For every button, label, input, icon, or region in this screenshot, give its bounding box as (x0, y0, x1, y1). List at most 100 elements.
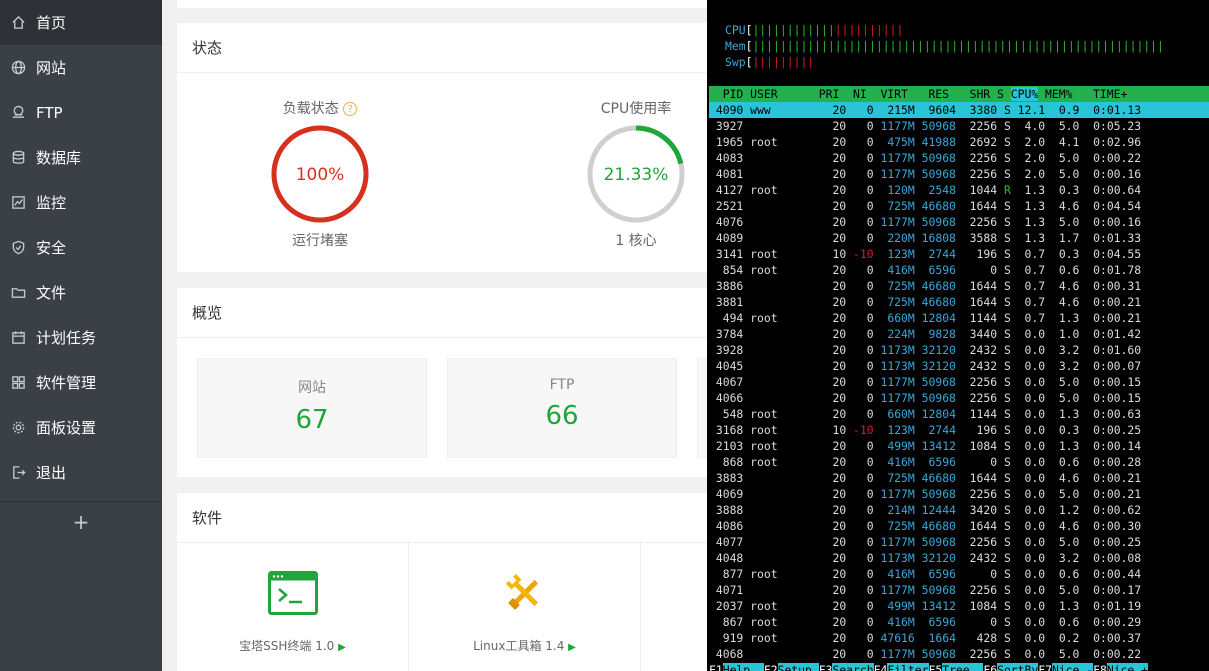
sidebar-item-7[interactable]: 计划任务 (0, 315, 162, 360)
cell-time: 0:00.21 (1093, 471, 1142, 485)
cell-pri: 20 (832, 103, 847, 117)
overview-panel: 概览 网站 67 FTP 66 (177, 288, 707, 477)
fkey-f3[interactable]: F3 (819, 663, 833, 671)
process-row[interactable]: 919 root 20 0 47616 1664 428 S 0.0 0.2 0… (709, 630, 1209, 646)
cell-user: root (750, 631, 778, 645)
header-columns-right: MEM% TIME+ (1038, 87, 1142, 101)
process-row[interactable]: 4048 20 0 1173M 32120 2432 S 0.0 3.2 0:0… (709, 550, 1209, 566)
process-row[interactable]: 4071 20 0 1177M 50968 2256 S 0.0 5.0 0:0… (709, 582, 1209, 598)
sidebar-item-9[interactable]: 面板设置 (0, 405, 162, 450)
overview-card-sites[interactable]: 网站 67 (197, 358, 427, 458)
process-row[interactable]: 494 root 20 0 660M 12804 1144 S 0.7 1.3 … (709, 310, 1209, 326)
shield-icon (10, 240, 26, 256)
cell-pri: 20 (832, 503, 847, 517)
process-row[interactable]: 868 root 20 0 416M 6596 0 S 0.0 0.6 0:00… (709, 454, 1209, 470)
process-row[interactable]: 3168 root 10 -10 123M 2744 196 S 0.0 0.3… (709, 422, 1209, 438)
process-row[interactable]: 3928 20 0 1173M 32120 2432 S 0.0 3.2 0:0… (709, 342, 1209, 358)
process-row[interactable]: 3883 20 0 725M 46680 1644 S 0.0 4.6 0:00… (709, 470, 1209, 486)
process-row[interactable]: 3881 20 0 725M 46680 1644 S 0.7 4.6 0:00… (709, 294, 1209, 310)
overview-card-ftp[interactable]: FTP 66 (447, 358, 677, 458)
process-row[interactable]: 4090 www 20 0 215M 9604 3380 S 12.1 0.9 … (709, 102, 1209, 118)
fkey-f1[interactable]: F1 (709, 663, 723, 671)
cell-s: S (1003, 311, 1011, 325)
process-row[interactable]: 4077 20 0 1177M 50968 2256 S 0.0 5.0 0:0… (709, 534, 1209, 550)
software-item-ssh[interactable]: 宝塔SSH终端 1.0 ▶ (177, 543, 409, 671)
process-row[interactable]: 4089 20 0 220M 16808 3588 S 1.3 1.7 0:01… (709, 230, 1209, 246)
process-row[interactable]: 877 root 20 0 416M 6596 0 S 0.0 0.6 0:00… (709, 566, 1209, 582)
fkey-label[interactable]: Nice - (1051, 663, 1094, 671)
process-row[interactable]: 3886 20 0 725M 46680 1644 S 0.7 4.6 0:00… (709, 278, 1209, 294)
process-row[interactable]: 4083 20 0 1177M 50968 2256 S 2.0 5.0 0:0… (709, 150, 1209, 166)
fkey-f6[interactable]: F6 (983, 663, 997, 671)
sidebar-item-0[interactable]: 首页 (0, 0, 162, 45)
htop-terminal[interactable]: CPU[|||||||||||||||||||||| Mem[||||||||||… (707, 0, 1209, 671)
meter-mem: Mem[||||||||||||||||||||||||||||||||||||… (725, 39, 1164, 53)
header-cpu-column[interactable]: CPU% (1010, 87, 1039, 101)
cell-res: 46680 (921, 279, 956, 293)
process-row[interactable]: 2521 20 0 725M 46680 1644 S 1.3 4.6 0:04… (709, 198, 1209, 214)
overview-card-partial[interactable] (697, 358, 707, 458)
process-row[interactable]: 4086 20 0 725M 46680 1644 S 0.0 4.6 0:00… (709, 518, 1209, 534)
cpu-gauge[interactable]: CPU使用率 21.33% 1 核心 (566, 98, 706, 250)
process-row[interactable]: 854 root 20 0 416M 6596 0 S 0.7 0.6 0:01… (709, 262, 1209, 278)
process-list[interactable]: 4090 www 20 0 215M 9604 3380 S 12.1 0.9 … (709, 102, 1209, 662)
fkey-label[interactable]: Setup (777, 663, 819, 671)
cell-pid: 4069 (715, 487, 744, 501)
process-row[interactable]: 867 root 20 0 416M 6596 0 S 0.0 0.6 0:00… (709, 614, 1209, 630)
process-row[interactable]: 3784 20 0 224M 9828 3440 S 0.0 1.0 0:01.… (709, 326, 1209, 342)
gear-icon (10, 420, 26, 436)
fkey-label[interactable]: Help (722, 663, 764, 671)
process-table-header[interactable]: PID USER PRI NI VIRT RES SHR S CPU% MEM%… (709, 86, 1209, 102)
fkey-label[interactable]: SortBy (997, 663, 1039, 671)
process-row[interactable]: 4066 20 0 1177M 50968 2256 S 0.0 5.0 0:0… (709, 390, 1209, 406)
fkey-label[interactable]: Nice + (1106, 663, 1148, 671)
add-menu-button[interactable]: + (0, 502, 162, 542)
fkey-f7[interactable]: F7 (1038, 663, 1052, 671)
process-row[interactable]: 4076 20 0 1177M 50968 2256 S 1.3 5.0 0:0… (709, 214, 1209, 230)
sidebar-item-1[interactable]: 网站 (0, 45, 162, 90)
fkey-f5[interactable]: F5 (929, 663, 943, 671)
process-row[interactable]: 4127 root 20 0 120M 2548 1044 R 1.3 0.3 … (709, 182, 1209, 198)
process-row[interactable]: 4069 20 0 1177M 50968 2256 S 0.0 5.0 0:0… (709, 486, 1209, 502)
fkey-f8[interactable]: F8 (1093, 663, 1107, 671)
process-row[interactable]: 2103 root 20 0 499M 13412 1084 S 0.0 1.3… (709, 438, 1209, 454)
process-row[interactable]: 4067 20 0 1177M 50968 2256 S 0.0 5.0 0:0… (709, 374, 1209, 390)
process-row[interactable]: 548 root 20 0 660M 12804 1144 S 0.0 1.3 … (709, 406, 1209, 422)
process-row[interactable]: 3927 20 0 1177M 50968 2256 S 4.0 5.0 0:0… (709, 118, 1209, 134)
fkey-label[interactable]: Search (832, 663, 874, 671)
cell-time: 0:00.08 (1093, 551, 1142, 565)
cell-time: 0:00.15 (1093, 375, 1142, 389)
fkey-label[interactable]: Tree (942, 663, 984, 671)
sidebar-item-6[interactable]: 文件 (0, 270, 162, 315)
overview-card-value[interactable]: 67 (198, 405, 426, 435)
fkey-label[interactable]: Filter (887, 663, 929, 671)
process-row[interactable]: 4081 20 0 1177M 50968 2256 S 2.0 5.0 0:0… (709, 166, 1209, 182)
process-row[interactable]: 4045 20 0 1173M 32120 2432 S 0.0 3.2 0:0… (709, 358, 1209, 374)
process-row[interactable]: 3141 root 10 -10 123M 2744 196 S 0.7 0.3… (709, 246, 1209, 262)
cell-pri: 20 (832, 295, 847, 309)
cell-s: S (1003, 631, 1011, 645)
play-arrow-icon[interactable]: ▶ (338, 642, 346, 653)
software-item-linux-tools[interactable]: Linux工具箱 1.4 ▶ (409, 543, 641, 671)
cell-pri: 20 (832, 471, 847, 485)
sidebar-item-2[interactable]: FTP (0, 90, 162, 135)
cell-cpu: 0.0 (1024, 407, 1046, 421)
process-row[interactable]: 3888 20 0 214M 12444 3420 S 0.0 1.2 0:00… (709, 502, 1209, 518)
cell-s: S (1003, 583, 1011, 597)
sidebar-item-5[interactable]: 安全 (0, 225, 162, 270)
process-row[interactable]: 4068 20 0 1177M 50968 2256 S 0.0 5.0 0:0… (709, 646, 1209, 662)
sidebar-item-3[interactable]: 数据库 (0, 135, 162, 180)
play-arrow-icon[interactable]: ▶ (568, 642, 576, 653)
sidebar-item-10[interactable]: 退出 (0, 450, 162, 495)
sidebar-item-4[interactable]: 监控 (0, 180, 162, 225)
load-gauge[interactable]: 负载状态 ? 100% 运行堵塞 (250, 98, 390, 250)
help-icon[interactable]: ? (343, 102, 358, 116)
sidebar-item-8[interactable]: 软件管理 (0, 360, 162, 405)
cell-ni: 0 (866, 167, 874, 181)
process-row[interactable]: 1965 root 20 0 475M 41988 2692 S 2.0 4.1… (709, 134, 1209, 150)
overview-card-value[interactable]: 66 (448, 401, 676, 431)
process-row[interactable]: 2037 root 20 0 499M 13412 1084 S 0.0 1.3… (709, 598, 1209, 614)
fkey-f2[interactable]: F2 (764, 663, 778, 671)
fkey-f4[interactable]: F4 (874, 663, 888, 671)
cell-res: 50968 (921, 647, 956, 661)
